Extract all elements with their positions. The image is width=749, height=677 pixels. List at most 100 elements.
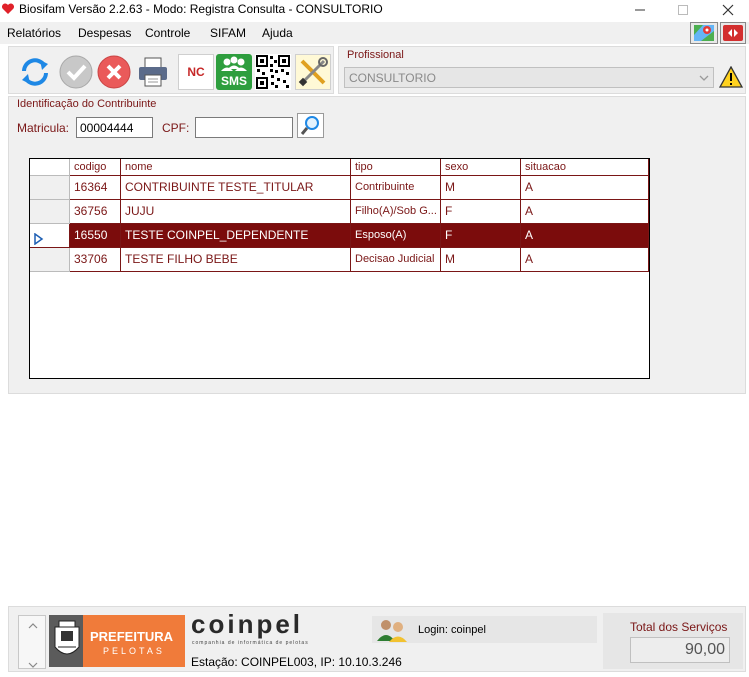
print-button[interactable] [135,54,171,90]
cell-situacao: A [521,200,649,224]
menu-controle[interactable]: Controle [145,26,190,40]
cancel-button[interactable] [96,54,132,90]
column-header-tipo[interactable]: tipo [351,159,441,176]
prefeitura-logo: PREFEITURA PELOTAS [49,615,185,667]
grid-corner-header [30,159,70,176]
map-icon [694,25,714,41]
cell-nome: CONTRIBUINTE TESTE_TITULAR [121,176,351,200]
heart-icon [1,2,15,19]
menu-despesas[interactable]: Despesas [78,26,131,40]
check-icon [59,55,93,89]
row-indicator [30,224,70,248]
row-indicator [30,248,70,272]
minimize-button[interactable] [625,0,655,20]
current-row-arrow-icon [34,230,44,247]
cell-situacao: A [521,176,649,200]
chevron-down-icon [699,72,709,86]
cell-codigo: 33706 [70,248,121,272]
row-indicator [30,176,70,200]
profissional-label: Profissional [347,49,404,61]
table-row[interactable]: 33706 TESTE FILHO BEBE Decisao Judicial … [30,248,649,272]
table-row[interactable]: 36756 JUJU Filho(A)/Sob G... F A [30,200,649,224]
cell-sexo: F [441,200,521,224]
menu-sifam[interactable]: SIFAM [210,26,246,40]
cell-sexo: M [441,248,521,272]
table-row[interactable]: 16364 CONTRIBUINTE TESTE_TITULAR Contrib… [30,176,649,200]
cpf-input[interactable] [195,117,293,138]
title-bar: Biosifam Versão 2.2.63 - Modo: Registra … [0,0,749,20]
cell-tipo: Decisao Judicial [351,248,441,272]
chevron-down-icon[interactable] [28,658,38,672]
total-value: 90,00 [630,637,730,663]
maximize-button[interactable] [668,0,698,20]
prefeitura-badge: PREFEITURA PELOTAS [83,615,185,667]
chevron-up-icon[interactable] [28,619,38,633]
sms-button[interactable]: SMS [216,54,252,90]
profissional-selected: CONSULTORIO [349,71,436,85]
cell-nome: JUJU [121,200,351,224]
column-header-codigo[interactable]: codigo [70,159,121,176]
matricula-label: Matricula: [17,121,70,135]
logo-scroller[interactable] [18,615,46,669]
toolbar: NC SMS [8,46,334,94]
status-bar: PREFEITURA PELOTAS coinpel companhia de … [8,606,746,672]
exit-icon [723,25,743,41]
total-panel: Total dos Serviços 90,00 [603,613,743,669]
cell-codigo: 16550 [70,224,121,248]
cell-codigo: 36756 [70,200,121,224]
cpf-label: CPF: [162,121,190,135]
cell-nome: TESTE FILHO BEBE [121,248,351,272]
qrcode-button[interactable] [255,54,291,90]
tools-icon [298,57,328,87]
users-icon [375,618,409,645]
search-icon [300,116,319,135]
prefeitura-subtitle: PELOTAS [103,646,165,656]
coat-of-arms-icon [54,620,80,655]
cell-sexo: F [441,224,521,248]
window-title: Biosifam Versão 2.2.63 - Modo: Registra … [19,2,383,16]
prefeitura-title: PREFEITURA [90,629,174,644]
exit-button[interactable] [720,22,746,44]
cell-tipo: Contribuinte [351,176,441,200]
menu-relatorios[interactable]: Relatórios [7,26,61,40]
coinpel-wordmark: coinpel [191,609,304,639]
cell-situacao: A [521,224,649,248]
login-panel: Login: coinpel [372,616,597,643]
printer-icon [139,57,167,87]
refresh-icon [22,58,48,86]
cell-codigo: 16364 [70,176,121,200]
column-header-situacao[interactable]: situacao [521,159,649,176]
contribuinte-group-label: Identificação do Contribuinte [17,98,157,110]
login-text: Login: coinpel [418,624,486,636]
cell-sexo: M [441,176,521,200]
cell-situacao: A [521,248,649,272]
cell-tipo: Filho(A)/Sob G... [351,200,441,224]
qrcode-icon [255,54,291,90]
column-header-sexo[interactable]: sexo [441,159,521,176]
contribuintes-grid[interactable]: codigo nome tipo sexo situacao 16364 CON… [29,158,650,379]
matricula-input[interactable] [76,117,153,138]
column-header-nome[interactable]: nome [121,159,351,176]
confirm-button[interactable] [58,54,94,90]
refresh-button[interactable] [17,54,53,90]
cancel-icon [97,55,131,89]
close-button[interactable] [713,0,743,20]
nc-button[interactable]: NC [178,54,214,90]
table-row-selected[interactable]: 16550 TESTE COINPEL_DEPENDENTE Esposo(A)… [30,224,649,248]
cell-nome: TESTE COINPEL_DEPENDENTE [121,224,351,248]
total-label: Total dos Serviços [630,620,728,634]
warning-icon [718,65,744,91]
estacao-text: Estação: COINPEL003, IP: 10.10.3.246 [191,655,402,669]
cell-tipo: Esposo(A) [351,224,441,248]
menu-bar: Relatórios Despesas Controle SIFAM Ajuda [0,22,749,44]
row-indicator [30,200,70,224]
sms-label: SMS [220,74,247,88]
tools-button[interactable] [295,54,331,90]
coinpel-tagline: companhia de informática de pelotas [192,640,309,646]
menu-ajuda[interactable]: Ajuda [262,26,293,40]
map-button[interactable] [690,22,718,44]
profissional-select[interactable]: CONSULTORIO [344,67,714,88]
coinpel-logo: coinpel companhia de informática de pelo… [191,609,341,649]
search-button[interactable] [297,113,324,138]
profissional-group: Profissional CONSULTORIO [338,46,746,94]
